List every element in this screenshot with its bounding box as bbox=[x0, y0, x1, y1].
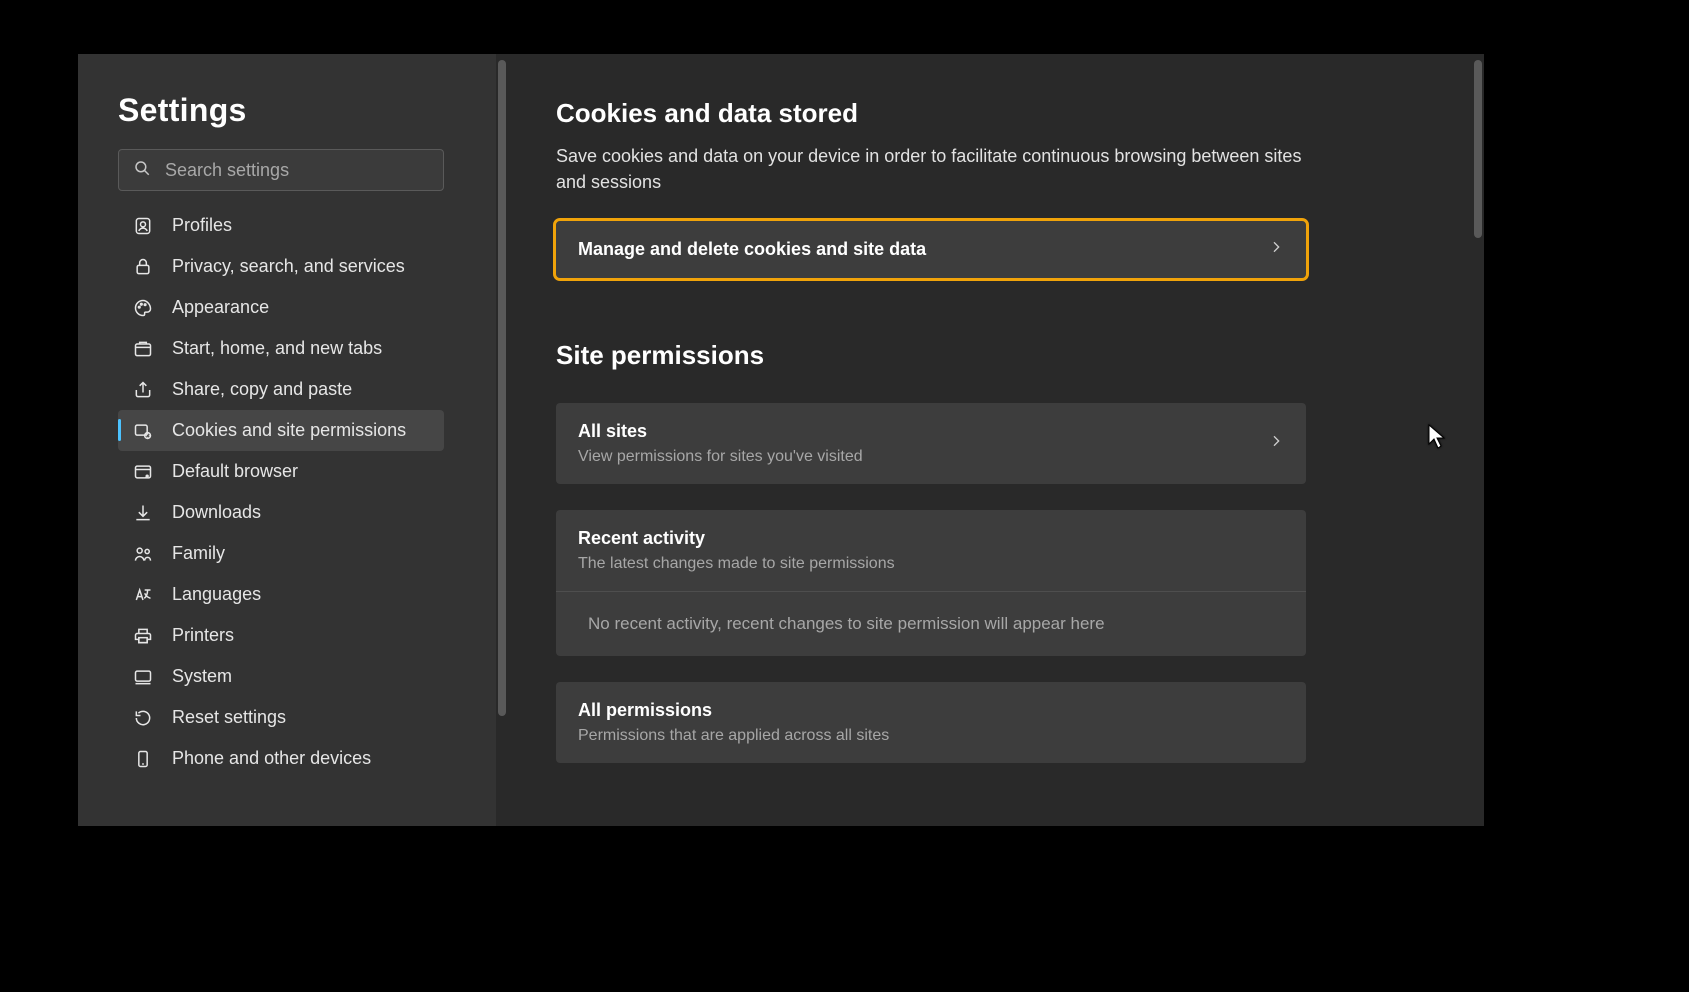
row-title: All permissions bbox=[578, 700, 889, 721]
sidebar-item-label: Printers bbox=[172, 625, 234, 646]
sidebar-item-appearance[interactable]: Appearance bbox=[118, 287, 444, 328]
sidebar-item-system[interactable]: System bbox=[118, 656, 444, 697]
browser-icon bbox=[132, 461, 154, 483]
search-settings[interactable] bbox=[118, 149, 444, 191]
sidebar-item-profiles[interactable]: Profiles bbox=[118, 205, 444, 246]
printer-icon bbox=[132, 625, 154, 647]
cookies-gear-icon bbox=[132, 420, 154, 442]
profile-icon bbox=[132, 215, 154, 237]
row-subtitle: The latest changes made to site permissi… bbox=[578, 555, 1284, 573]
section-description: Save cookies and data on your device in … bbox=[556, 143, 1316, 195]
settings-window: Settings Profiles Pri bbox=[78, 54, 1484, 826]
languages-icon bbox=[132, 584, 154, 606]
palette-icon bbox=[132, 297, 154, 319]
chevron-right-icon bbox=[1268, 433, 1284, 454]
sidebar-item-privacy[interactable]: Privacy, search, and services bbox=[118, 246, 444, 287]
system-icon bbox=[132, 666, 154, 688]
sidebar-item-label: Phone and other devices bbox=[172, 748, 371, 769]
row-subtitle: Permissions that are applied across all … bbox=[578, 727, 889, 745]
sidebar-item-default-browser[interactable]: Default browser bbox=[118, 451, 444, 492]
section-heading-permissions: Site permissions bbox=[556, 340, 1448, 371]
download-icon bbox=[132, 502, 154, 524]
row-subtitle: View permissions for sites you've visite… bbox=[578, 448, 863, 466]
search-input[interactable] bbox=[165, 160, 429, 181]
sidebar-item-label: System bbox=[172, 666, 232, 687]
chevron-right-icon bbox=[1268, 239, 1284, 260]
tabs-icon bbox=[132, 338, 154, 360]
settings-main: Cookies and data stored Save cookies and… bbox=[496, 54, 1484, 826]
main-scrollbar[interactable] bbox=[1474, 60, 1482, 238]
settings-sidebar: Settings Profiles Pri bbox=[78, 54, 496, 826]
search-icon bbox=[133, 159, 151, 182]
sidebar-item-label: Share, copy and paste bbox=[172, 379, 352, 400]
recent-activity-card: Recent activity The latest changes made … bbox=[556, 510, 1306, 656]
recent-activity-empty: No recent activity, recent changes to si… bbox=[556, 592, 1306, 656]
sidebar-item-label: Downloads bbox=[172, 502, 261, 523]
sidebar-item-share[interactable]: Share, copy and paste bbox=[118, 369, 444, 410]
share-icon bbox=[132, 379, 154, 401]
sidebar-item-label: Languages bbox=[172, 584, 261, 605]
sidebar-item-label: Privacy, search, and services bbox=[172, 256, 405, 277]
reset-icon bbox=[132, 707, 154, 729]
sidebar-item-family[interactable]: Family bbox=[118, 533, 444, 574]
sidebar-item-label: Start, home, and new tabs bbox=[172, 338, 382, 359]
sidebar-item-label: Profiles bbox=[172, 215, 232, 236]
manage-cookies-row[interactable]: Manage and delete cookies and site data bbox=[556, 221, 1306, 278]
sidebar-item-languages[interactable]: Languages bbox=[118, 574, 444, 615]
sidebar-item-phone[interactable]: Phone and other devices bbox=[118, 738, 444, 779]
settings-title: Settings bbox=[118, 92, 476, 129]
sidebar-item-label: Family bbox=[172, 543, 225, 564]
sidebar-item-start[interactable]: Start, home, and new tabs bbox=[118, 328, 444, 369]
sidebar-item-cookies[interactable]: Cookies and site permissions bbox=[118, 410, 444, 451]
phone-icon bbox=[132, 748, 154, 770]
row-title: Manage and delete cookies and site data bbox=[578, 239, 926, 260]
row-title: Recent activity bbox=[578, 528, 1284, 549]
all-sites-row[interactable]: All sites View permissions for sites you… bbox=[556, 403, 1306, 484]
sidebar-item-reset[interactable]: Reset settings bbox=[118, 697, 444, 738]
sidebar-item-label: Cookies and site permissions bbox=[172, 420, 406, 441]
settings-nav: Profiles Privacy, search, and services A… bbox=[118, 205, 444, 779]
family-icon bbox=[132, 543, 154, 565]
sidebar-item-printers[interactable]: Printers bbox=[118, 615, 444, 656]
section-heading-cookies: Cookies and data stored bbox=[556, 98, 1448, 129]
sidebar-item-label: Appearance bbox=[172, 297, 269, 318]
lock-icon bbox=[132, 256, 154, 278]
sidebar-item-downloads[interactable]: Downloads bbox=[118, 492, 444, 533]
row-title: All sites bbox=[578, 421, 863, 442]
all-permissions-row[interactable]: All permissions Permissions that are app… bbox=[556, 682, 1306, 763]
sidebar-item-label: Reset settings bbox=[172, 707, 286, 728]
sidebar-item-label: Default browser bbox=[172, 461, 298, 482]
